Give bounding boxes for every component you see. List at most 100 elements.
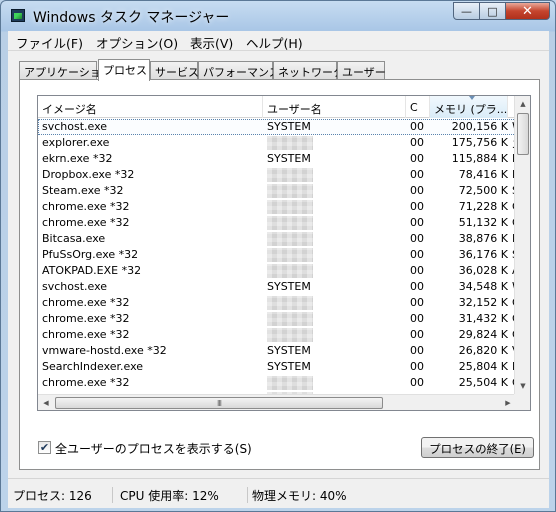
tab-applications[interactable]: アプリケーション — [19, 61, 112, 80]
process-user-name — [267, 376, 407, 390]
tab-users[interactable]: ユーザー — [337, 61, 386, 80]
vertical-scroll-thumb[interactable] — [517, 113, 529, 155]
menu-help[interactable]: ヘルプ(H) — [246, 33, 303, 52]
process-image-name: explorer.exe — [42, 136, 110, 149]
process-cpu: 00 — [410, 376, 424, 389]
process-memory: 34,548 K — [458, 280, 508, 293]
process-image-name: SearchIndexer.exe — [42, 360, 144, 373]
horizontal-scrollbar[interactable]: ◀ III ▶ — [38, 394, 516, 410]
redacted-user-name — [267, 328, 313, 342]
scroll-left-icon[interactable]: ◀ — [38, 395, 54, 410]
column-header-cpu[interactable]: C — [406, 96, 430, 118]
status-bar: プロセス: 126 CPU 使用率: 12% 物理メモリ: 40% — [8, 478, 549, 508]
process-cpu: 00 — [410, 200, 424, 213]
window-title: Windows タスク マネージャー — [33, 10, 230, 26]
process-memory: 38,876 K — [458, 232, 508, 245]
column-header-user-name[interactable]: ユーザー名 — [263, 96, 406, 118]
process-row[interactable]: ekrn.exe *32SYSTEM00115,884 KE — [38, 151, 519, 167]
process-row[interactable]: explorer.exe00175,756 Kエ — [38, 135, 520, 151]
process-cpu: 00 — [410, 232, 424, 245]
status-cpu-usage: CPU 使用率: 12% — [120, 487, 248, 503]
process-row[interactable]: chrome.exe *320032,152 KG — [38, 295, 520, 311]
process-memory: 115,884 K — [451, 152, 508, 165]
tab-network[interactable]: ネットワーク — [273, 61, 344, 80]
tab-services[interactable]: サービス — [150, 61, 199, 80]
process-row[interactable]: chrome.exe *320029,824 KG — [38, 327, 520, 343]
process-user-name: SYSTEM — [267, 344, 311, 357]
process-image-name: chrome.exe *32 — [42, 312, 130, 325]
processes-panel: イメージ名 ユーザー名 C メモリ (プラ... svchost.exe SYST… — [19, 79, 540, 470]
process-cpu: 00 — [410, 248, 424, 261]
process-memory: 25,804 K — [458, 360, 508, 373]
horizontal-scroll-thumb[interactable]: III — [55, 397, 383, 409]
process-row[interactable]: chrome.exe *320051,132 KG — [38, 215, 520, 231]
redacted-user-name — [267, 136, 313, 150]
process-cpu: 00 — [410, 152, 424, 165]
close-button[interactable]: ✕ — [505, 2, 550, 20]
process-image-name: Steam.exe *32 — [42, 184, 124, 197]
vertical-scrollbar[interactable]: ▲ ▼ — [514, 96, 530, 394]
redacted-user-name — [267, 376, 313, 390]
redacted-user-name — [267, 216, 313, 230]
title-bar[interactable]: Windows タスク マネージャー — □ ✕ — [1, 1, 555, 31]
process-memory: 200,156 K — [451, 120, 508, 133]
process-cpu: 00 — [410, 280, 424, 293]
process-cpu: 00 — [410, 264, 424, 277]
process-row[interactable]: Bitcasa.exe0038,876 KB — [38, 231, 520, 247]
process-list[interactable]: イメージ名 ユーザー名 C メモリ (プラ... svchost.exe SYST… — [37, 95, 531, 411]
maximize-button[interactable]: □ — [479, 2, 506, 20]
process-row[interactable]: vmware-hostd.exe *32SYSTEM0026,820 KV — [38, 343, 520, 359]
column-header-memory[interactable]: メモリ (プラ... — [430, 96, 508, 118]
process-memory: 25,504 K — [458, 376, 508, 389]
tab-processes[interactable]: プロセス — [98, 59, 150, 81]
minimize-icon: — — [461, 4, 472, 18]
process-row[interactable]: SearchIndexer.exeSYSTEM0025,804 KM — [38, 359, 520, 375]
scroll-down-icon[interactable]: ▼ — [515, 378, 530, 394]
menu-options[interactable]: オプション(O) — [96, 33, 178, 52]
tab-performance[interactable]: パフォーマンス — [198, 61, 280, 80]
process-user-name — [267, 312, 407, 326]
process-memory: 72,500 K — [458, 184, 508, 197]
process-row[interactable]: ATOKPAD.EXE *320036,028 KA — [38, 263, 520, 279]
process-memory: 71,228 K — [458, 200, 508, 213]
process-user-name: SYSTEM — [267, 152, 311, 165]
show-all-users-checkbox[interactable]: ✔ — [38, 441, 51, 454]
menu-file[interactable]: ファイル(F) — [16, 33, 83, 52]
process-row[interactable]: Dropbox.exe *320078,416 KD — [38, 167, 520, 183]
process-memory: 29,824 K — [458, 328, 508, 341]
process-row[interactable]: svchost.exeSYSTEM0034,548 KW — [38, 279, 520, 295]
menu-view[interactable]: 表示(V) — [190, 33, 233, 52]
process-image-name: chrome.exe *32 — [42, 296, 130, 309]
process-memory: 26,820 K — [458, 344, 508, 357]
process-row[interactable]: chrome.exe *320025,504 KG — [38, 375, 520, 391]
process-user-name — [267, 232, 407, 246]
process-image-name: svchost.exe — [42, 280, 108, 293]
process-row[interactable]: chrome.exe *320031,432 KG — [38, 311, 520, 327]
redacted-user-name — [267, 232, 313, 246]
minimize-button[interactable]: — — [453, 2, 480, 20]
process-memory: 31,432 K — [458, 312, 508, 325]
process-row[interactable]: svchost.exeSYSTEM00200,156 KW — [38, 119, 520, 135]
process-user-name: SYSTEM — [267, 360, 311, 373]
process-image-name: Bitcasa.exe — [42, 232, 106, 245]
task-manager-window: Windows タスク マネージャー — □ ✕ ファイル(F) オプション(O… — [0, 0, 556, 512]
column-header-image-name[interactable]: イメージ名 — [38, 96, 263, 118]
process-row[interactable]: Steam.exe *320072,500 KS — [38, 183, 519, 199]
process-user-name: SYSTEM — [267, 280, 311, 293]
status-process-count: プロセス: 126 — [13, 487, 113, 503]
column-header-row: イメージ名 ユーザー名 C メモリ (プラ... — [38, 96, 518, 118]
scroll-grip-icon: III — [216, 398, 222, 408]
scroll-up-icon[interactable]: ▲ — [515, 96, 530, 112]
redacted-user-name — [267, 248, 313, 262]
process-user-name — [267, 296, 407, 310]
process-image-name: chrome.exe *32 — [42, 376, 130, 389]
process-cpu: 00 — [410, 312, 424, 325]
process-row[interactable]: chrome.exe *320071,228 KG — [38, 199, 520, 215]
process-cpu: 00 — [410, 328, 424, 341]
show-all-users-label[interactable]: 全ユーザーのプロセスを表示する(S) — [55, 440, 252, 457]
process-image-name: PfuSsOrg.exe *32 — [42, 248, 139, 261]
process-cpu: 00 — [410, 344, 424, 357]
close-icon: ✕ — [522, 3, 533, 19]
process-row[interactable]: PfuSsOrg.exe *320036,176 KS — [38, 247, 519, 263]
end-process-button[interactable]: プロセスの終了(E) — [421, 437, 534, 458]
